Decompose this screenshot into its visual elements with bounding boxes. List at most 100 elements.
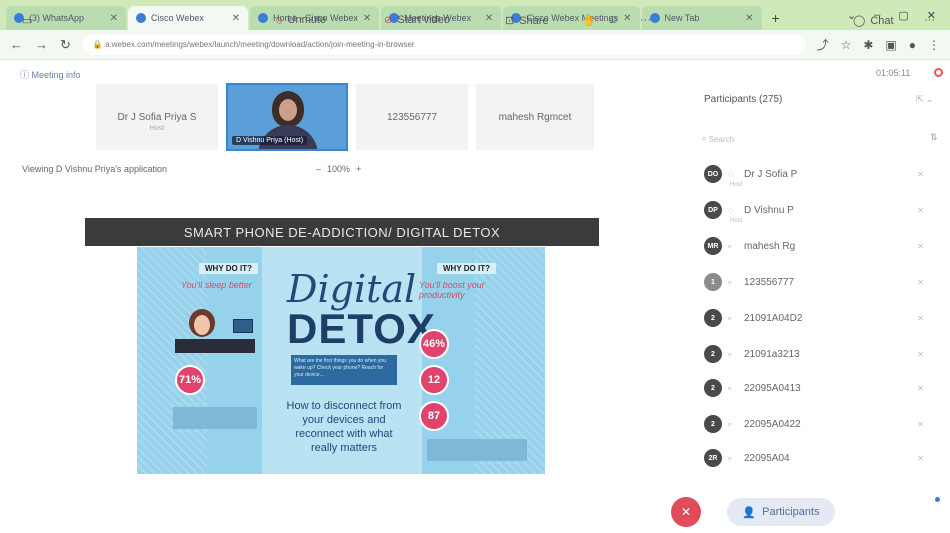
device-icon: ▫ — [728, 313, 732, 323]
panel-options-icon[interactable]: ⇱ ⌄ — [916, 94, 934, 105]
stat-badge: 12 — [419, 365, 449, 395]
extensions-icon[interactable]: ✱ — [863, 38, 873, 52]
mic-icon[interactable]: ✕ — [917, 314, 924, 323]
more-options-icon[interactable]: ··· — [640, 14, 651, 26]
star-icon[interactable]: ☆ — [841, 38, 852, 52]
productivity-text: You'll boost your productivity — [419, 280, 485, 300]
avatar: DP — [704, 201, 722, 219]
close-icon[interactable]: ✕ — [363, 13, 371, 24]
person-face — [279, 99, 297, 121]
video-thumbnail[interactable]: 123556777 — [356, 84, 468, 150]
mic-icon[interactable]: ✕ — [917, 384, 924, 393]
participant-name: Dr J Sofia P — [744, 168, 798, 180]
video-thumbnail[interactable]: mahesh Rgmcet — [476, 84, 594, 150]
start-video-button[interactable]: ⊘ Start video ⌄ — [384, 14, 466, 26]
info-box: What are the first things you do when yo… — [291, 355, 397, 385]
address-bar: ← → ↻ 🔒 a.webex.com/meetings/webex/launc… — [0, 30, 950, 60]
meeting-info-button[interactable]: ⓘ Meeting info — [20, 68, 81, 81]
reload-icon[interactable]: ↻ — [60, 37, 71, 53]
recording-icon — [934, 68, 943, 77]
participant-row[interactable]: 2 ▫ 22095A0422 ✕ — [704, 414, 924, 434]
video-off-icon: ⊘ — [384, 14, 393, 26]
share-button[interactable]: ⊡ Share — [505, 14, 549, 28]
menu-icon[interactable]: ⋮ — [928, 38, 940, 52]
close-icon[interactable]: ✕ — [623, 13, 631, 24]
video-thumbnail[interactable]: Dr J Sofia Priya S Host — [96, 84, 218, 150]
device-icon: ▫ — [728, 419, 732, 429]
zoom-level[interactable]: 100% — [327, 164, 350, 174]
slide-tagline: How to disconnect from your devices and … — [286, 400, 402, 454]
close-icon[interactable]: ✕ — [745, 13, 753, 24]
participants-button[interactable]: 👤 Participants — [727, 498, 835, 526]
audio-icon: ◌ — [728, 205, 734, 215]
favicon-icon — [136, 13, 146, 23]
sidebar-icon[interactable]: ▣ — [885, 38, 896, 52]
more-icon[interactable]: ··· — [924, 14, 935, 26]
raise-hand-icon[interactable]: ✋ — [582, 14, 596, 27]
audio-icon: ◌ — [728, 169, 734, 179]
participant-row[interactable]: DO ◌ Dr J Sofia P ✕ — [704, 164, 924, 184]
participant-row[interactable]: DP ◌ D Vishnu P ✕ — [704, 200, 924, 220]
new-tab-icon[interactable]: + — [772, 10, 780, 26]
participant-role: Host — [730, 182, 743, 188]
avatar: DO — [704, 165, 722, 183]
close-icon[interactable]: ✕ — [110, 13, 118, 24]
participant-row[interactable]: 1 ▫ 123556777 ✕ — [704, 272, 924, 292]
share-icon[interactable]: ⤴ — [817, 36, 829, 53]
forward-icon[interactable]: → — [35, 37, 48, 52]
zoom-out-button[interactable]: – — [316, 164, 321, 174]
url-input[interactable]: 🔒 a.webex.com/meetings/webex/launch/meet… — [82, 34, 805, 55]
close-icon[interactable]: ✕ — [232, 13, 240, 24]
unmute-button[interactable]: ⦸ Unmute ⌄ — [276, 14, 342, 26]
participant-name: 21091A04D2 — [744, 312, 803, 324]
search-icon: ⌕ — [702, 134, 709, 143]
chat-icon: ◯ — [853, 15, 866, 27]
participant-row[interactable]: 2 ▫ 21091A04D2 ✕ — [704, 308, 924, 328]
mic-icon[interactable]: ✕ — [917, 454, 924, 463]
tab-new[interactable]: New Tab ✕ — [641, 6, 762, 30]
participant-row[interactable]: MR ▫ mahesh Rg ✕ — [704, 236, 924, 256]
reactions-icon[interactable]: ☺ — [608, 14, 619, 26]
participant-row[interactable]: 2 ▫ 21091a3213 ✕ — [704, 344, 924, 364]
sleep-better-text: You'll sleep better — [181, 280, 252, 290]
note-box — [173, 407, 257, 429]
participant-row[interactable]: 2 ▫ 22095A0413 ✕ — [704, 378, 924, 398]
lock-icon: 🔒 — [92, 40, 106, 49]
back-icon[interactable]: ← — [10, 37, 23, 52]
why-heading-right: WHY DO IT? — [437, 263, 496, 274]
active-speaker-video[interactable]: D Vishnu Priya (Host) — [226, 83, 348, 151]
end-call-button[interactable]: ✕ — [671, 497, 701, 527]
participant-name: mahesh Rg — [744, 240, 796, 252]
notification-dot — [935, 497, 940, 502]
avatar: 2 — [704, 379, 722, 397]
participant-name: D Vishnu P — [744, 204, 794, 216]
device-icon: ▫ — [728, 277, 732, 287]
mic-icon[interactable]: ✕ — [917, 242, 924, 251]
device-icon: ▫ — [728, 241, 732, 251]
name-tag: D Vishnu Priya (Host) — [232, 136, 308, 145]
device-icon: ▫ — [728, 453, 732, 463]
chat-button[interactable]: ◯ Chat — [853, 14, 894, 28]
sort-icon[interactable]: ⇅ — [930, 132, 938, 143]
mic-icon[interactable]: ✕ — [917, 170, 924, 179]
captions-icon[interactable]: ▭ — [22, 14, 32, 27]
chevron-down-icon[interactable]: ⌄ — [335, 16, 342, 25]
participants-panel: Participants (275) ⇱ ⌄ ⌕ Search ⇅ DO ◌ D… — [680, 80, 950, 480]
chevron-down-icon[interactable]: ⌄ — [459, 16, 466, 25]
mic-icon[interactable]: ✕ — [917, 278, 924, 287]
maximize-icon[interactable]: ▢ — [898, 9, 908, 22]
participant-search-input[interactable]: ⌕ Search — [702, 130, 922, 148]
people-icon: 👤 — [742, 506, 757, 519]
mic-icon[interactable]: ✕ — [917, 350, 924, 359]
info-icon: ⓘ — [20, 70, 32, 80]
profile-icon[interactable]: ● — [909, 38, 916, 52]
mic-icon[interactable]: ✕ — [917, 206, 924, 215]
participants-title: Participants (275) — [704, 94, 783, 105]
close-icon[interactable]: ✕ — [485, 13, 493, 24]
tab-webex[interactable]: Cisco Webex ✕ — [128, 6, 248, 30]
avatar: 2 — [704, 415, 722, 433]
participant-row[interactable]: 2R ▫ 22095A04 ✕ — [704, 448, 924, 468]
illustration-face — [194, 315, 210, 335]
mic-icon[interactable]: ✕ — [917, 420, 924, 429]
zoom-in-button[interactable]: + — [356, 164, 361, 174]
